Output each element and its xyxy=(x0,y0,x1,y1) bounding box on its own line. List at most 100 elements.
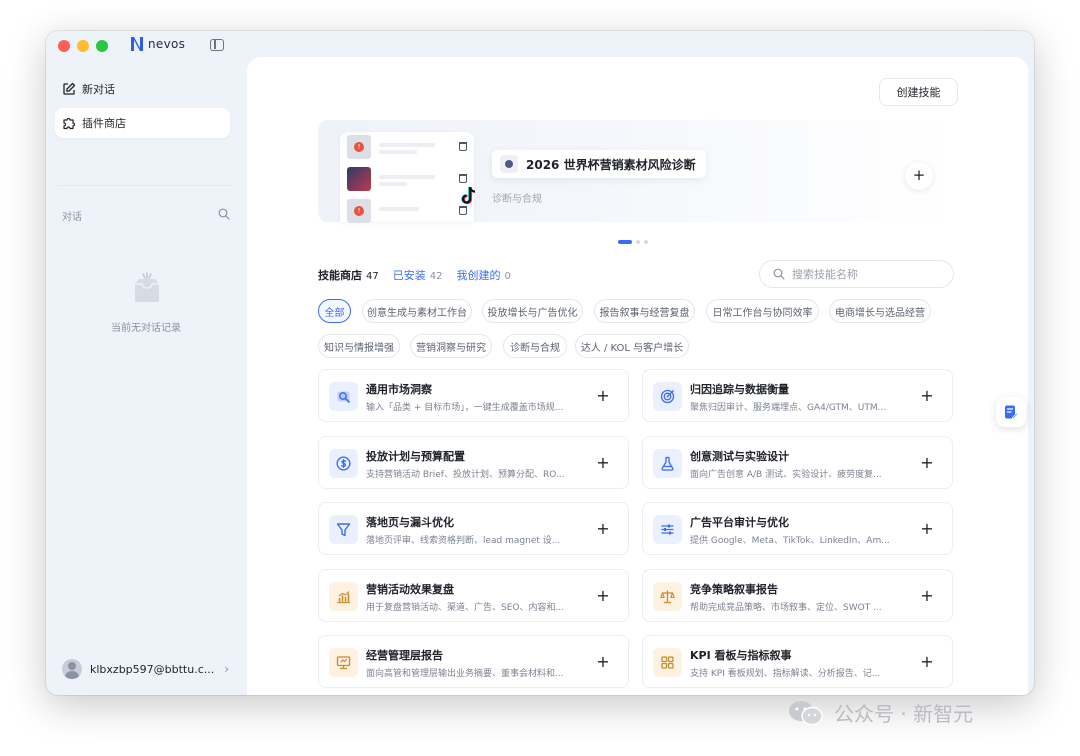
filter-chip[interactable]: 创意生成与素材工作台 xyxy=(362,299,472,323)
skill-card[interactable]: 广告平台审计与优化 提供 Google、Meta、TikTok、LinkedIn、… xyxy=(642,502,953,555)
skill-icon xyxy=(653,448,682,478)
add-skill-button[interactable]: + xyxy=(594,653,612,671)
skill-description: 聚焦归因审计、服务端埋点、GA4/GTM、UTM... xyxy=(690,403,887,413)
add-skill-button[interactable]: + xyxy=(918,653,936,671)
add-skill-button[interactable]: + xyxy=(918,586,936,605)
filter-chip[interactable]: 电商增长与选品经营 xyxy=(829,299,931,323)
add-skill-button[interactable]: + xyxy=(594,520,612,538)
user-email: klbxzbp597@bbttu.c... xyxy=(90,662,215,676)
conversations-section-title: 对话 xyxy=(62,212,82,223)
skill-title: 落地页与漏斗优化 xyxy=(366,516,454,529)
skill-description: 输入「品类 + 目标市场」，一键生成覆盖市场规... xyxy=(366,403,564,413)
trash-icon xyxy=(459,142,467,151)
skill-icon xyxy=(653,648,682,677)
notes-float-button[interactable] xyxy=(996,397,1026,427)
carousel-dot[interactable] xyxy=(618,240,632,244)
skill-card[interactable]: 创意测试与实验设计面向广告创意 A/B 测试、实验设计、疲劳度复... + xyxy=(642,435,953,489)
skill-icon xyxy=(653,581,682,611)
new-chat-button[interactable]: 新对话 xyxy=(55,74,230,104)
tab-count: 42 xyxy=(429,271,443,282)
filter-chip[interactable]: 报告叙事与经营复盘 xyxy=(594,299,695,323)
filter-chip[interactable]: 达人 / KOL 与客户增长 xyxy=(575,334,689,358)
filter-chip[interactable]: 知识与情报增强 xyxy=(318,334,400,358)
skill-description: 支持营销活动 Brief、投放计划、预算分配、RO... xyxy=(366,469,565,480)
empty-conversations-text: 当前无对话记录 xyxy=(111,323,181,334)
attribution-target-icon xyxy=(660,389,675,404)
skill-card[interactable]: 投放计划与预算配置 支持营销活动 Brief、投放计划、预算分配、RO... + xyxy=(318,435,629,489)
skill-icon xyxy=(329,448,358,478)
filter-chip[interactable]: 投放增长与广告优化 xyxy=(482,299,583,323)
skill-title: 创意测试与实验设计 xyxy=(690,449,789,463)
close-window-button[interactable] xyxy=(58,40,70,52)
budget-coin-icon xyxy=(336,455,351,471)
trash-icon xyxy=(459,174,467,183)
document-edit-icon xyxy=(1005,405,1019,420)
skill-icon xyxy=(329,515,358,544)
banner-add-button[interactable]: + xyxy=(905,162,933,190)
filter-chip[interactable]: 日常工作台与协同效率 xyxy=(706,299,819,323)
flask-icon xyxy=(661,456,674,471)
edit-icon xyxy=(63,82,76,95)
skill-icon xyxy=(329,581,358,611)
skill-title: KPI 看板与指标叙事 xyxy=(690,649,792,662)
skill-title: 经营管理层报告 xyxy=(366,649,443,662)
carousel-dot[interactable] xyxy=(644,240,648,244)
skill-card[interactable]: 归因追踪与数据衡量聚焦归因审计、服务端埋点、GA4/GTM、UTM... + xyxy=(642,369,953,422)
featured-banner[interactable]: ! ! 2026 世界杯营销素材风险诊断 诊断与合规 + xyxy=(318,120,954,223)
sidebar-item-plugin-store[interactable]: 插件商店 xyxy=(55,108,230,138)
carousel-dot[interactable] xyxy=(636,240,640,244)
tab-1[interactable]: 已安装 42 xyxy=(393,267,443,283)
skill-card[interactable]: 落地页与漏斗优化落地页评审、线索资格判断、lead magnet 设... + xyxy=(318,502,629,555)
dashboard-grid-icon xyxy=(661,656,674,669)
tab-count: 0 xyxy=(504,271,511,282)
balance-scale-icon xyxy=(660,589,675,603)
maximize-window-button[interactable] xyxy=(96,40,108,52)
titlebar: nevos xyxy=(46,31,1034,59)
skill-title: 通用市场洞察 xyxy=(366,383,432,396)
skill-card[interactable]: 竞争策略叙事报告 帮助完成竞品策略、市场叙事、定位、SWOT ... + xyxy=(642,568,953,622)
skill-search-input[interactable] xyxy=(792,267,942,281)
skill-description: 面向广告创意 A/B 测试、实验设计、疲劳度复... xyxy=(690,469,882,480)
video-thumbnail xyxy=(347,167,371,191)
skill-description: 支持 KPI 看板规划、指标解读、分析报告、记... xyxy=(690,669,881,679)
filter-chip[interactable]: 全部 xyxy=(318,299,351,323)
search-icon[interactable] xyxy=(218,208,230,220)
add-skill-button[interactable]: + xyxy=(594,387,612,405)
skill-card[interactable]: 经营管理层报告面向高管和管理层输出业务摘要、董事会材料和... + xyxy=(318,635,629,688)
skill-icon xyxy=(653,515,682,544)
filter-chip[interactable]: 营销洞察与研究 xyxy=(410,334,492,358)
create-skill-button[interactable]: 创建技能 xyxy=(879,78,958,106)
sidebar-divider xyxy=(58,185,234,186)
new-chat-label: 新对话 xyxy=(82,83,115,96)
tab-0[interactable]: 技能商店 47 xyxy=(318,267,379,283)
skill-search[interactable] xyxy=(759,260,954,288)
add-skill-button[interactable]: + xyxy=(918,453,936,472)
watermark-text: 公众号 · 新智元 xyxy=(834,702,974,726)
sidebar-toggle-icon[interactable] xyxy=(210,39,224,51)
add-skill-button[interactable]: + xyxy=(918,387,936,405)
skill-store-panel: 创建技能 ! ! 2026 世界杯营销素材风险诊断 诊断与合规 + 技能商店 4… xyxy=(247,57,1028,695)
tab-label: 已安装 xyxy=(392,269,426,282)
skill-card[interactable]: 营销活动效果复盘 用于复盘营销活动、渠道、广告、SEO、内容和... + xyxy=(318,568,629,622)
add-skill-button[interactable]: + xyxy=(594,586,612,605)
banner-skill-chip: 2026 世界杯营销素材风险诊断 xyxy=(492,150,706,178)
minimize-window-button[interactable] xyxy=(77,40,89,52)
skill-card[interactable]: KPI 看板与指标叙事支持 KPI 看板规划、指标解读、分析报告、记... + xyxy=(642,635,953,688)
add-skill-button[interactable]: + xyxy=(918,520,936,538)
skill-description: 落地页评审、线索资格判断、lead magnet 设... xyxy=(366,536,561,546)
tab-2[interactable]: 我创建的 0 xyxy=(456,267,510,283)
skill-title: 归因追踪与数据衡量 xyxy=(690,383,789,396)
user-account[interactable]: klbxzbp597@bbttu.c... › xyxy=(62,659,229,679)
world-cup-logo-icon xyxy=(500,155,518,173)
skill-card[interactable]: 通用市场洞察输入「品类 + 目标市场」，一键生成覆盖市场规... + xyxy=(318,369,629,422)
filter-chip[interactable]: 诊断与合规 xyxy=(503,334,567,358)
brand: nevos xyxy=(130,36,185,52)
tiktok-logo-icon xyxy=(460,186,476,205)
nevos-logo-icon xyxy=(131,37,143,51)
skill-description: 面向高管和管理层输出业务摘要、董事会材料和... xyxy=(366,669,564,679)
skill-icon xyxy=(329,382,358,411)
banner-category: 诊断与合规 xyxy=(492,194,542,205)
trash-icon xyxy=(459,206,467,215)
add-skill-button[interactable]: + xyxy=(594,453,612,472)
sliders-icon xyxy=(661,524,674,535)
